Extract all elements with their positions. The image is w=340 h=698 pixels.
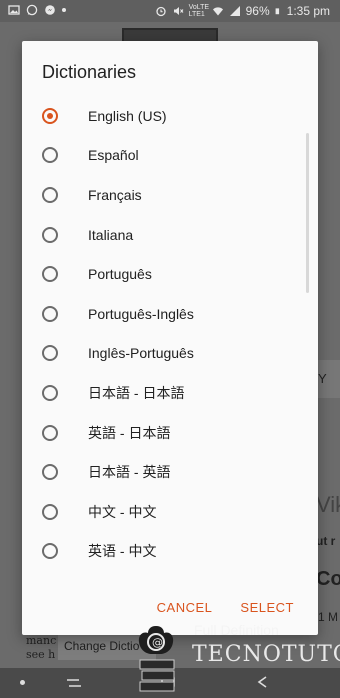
dictionary-item[interactable]: English (US): [22, 96, 318, 136]
dictionary-list: English (US) Español Français Italiana Portu…: [22, 96, 318, 571]
dictionary-item-label: Français: [88, 186, 142, 203]
dictionary-item[interactable]: Español: [22, 136, 318, 176]
background-fragment-con: Cor: [316, 568, 340, 590]
cancel-button[interactable]: CANCEL: [157, 600, 213, 615]
dictionary-item-label: 英语 - 中文: [88, 543, 157, 560]
dictionary-item[interactable]: Français: [22, 175, 318, 215]
background-fragment-see: see h: [26, 648, 56, 661]
radio-unchecked-icon[interactable]: [42, 345, 58, 362]
messenger-icon: [45, 5, 55, 15]
dictionary-item-label: 日本語 - 日本語: [88, 384, 185, 401]
dialog-actions: CANCEL SELECT: [157, 600, 294, 615]
dictionary-item-label: 中文 - 中文: [88, 503, 157, 520]
watermark: @ Full Definition TECNOTUTO: [126, 620, 340, 698]
wifi-icon: [212, 7, 223, 16]
background-fragment-wiki: Vik: [316, 492, 340, 517]
alarm-icon: [155, 6, 166, 17]
volte-label: VoLTE LTE1: [188, 4, 210, 18]
more-notifications-icon: [62, 8, 66, 12]
dictionary-item-label: Inglês-Português: [88, 345, 194, 362]
status-bar-system: VoLTE LTE1 96% 1:35 pm: [155, 4, 330, 18]
select-button[interactable]: SELECT: [240, 600, 294, 615]
dictionary-item-label: Português-Inglês: [88, 305, 194, 322]
dictionary-item[interactable]: 中文 - 中文: [22, 492, 318, 532]
clock: 1:35 pm: [286, 4, 330, 18]
radio-unchecked-icon[interactable]: [42, 186, 58, 203]
svg-text:@: @: [152, 636, 163, 649]
signal-icon: [229, 6, 240, 16]
dictionary-item[interactable]: 日本語 - 日本語: [22, 373, 318, 413]
gallery-icon: [8, 5, 20, 15]
radio-checked-icon[interactable]: [42, 107, 58, 124]
dictionary-item[interactable]: 英语 - 中文: [22, 532, 318, 572]
dictionary-item-label: 英語 - 日本語: [88, 424, 171, 441]
radio-unchecked-icon[interactable]: [42, 543, 58, 560]
radio-unchecked-icon[interactable]: [42, 384, 58, 401]
dictionary-item[interactable]: Italiana: [22, 215, 318, 255]
nav-dot-icon: [20, 680, 25, 685]
status-bar-notifications: [8, 4, 66, 16]
watermark-subtitle: Full Definition: [194, 622, 279, 638]
background-fragment-y: Y: [318, 371, 327, 386]
watermark-brand: TECNOTUTO: [192, 642, 340, 667]
radio-unchecked-icon[interactable]: [42, 305, 58, 322]
dictionary-item-label: 日本語 - 英語: [88, 464, 171, 481]
whatsapp-icon: [26, 4, 38, 16]
dictionary-item-label: Italiana: [88, 226, 134, 243]
status-bar: VoLTE LTE1 96% 1:35 pm: [0, 0, 340, 22]
dictionaries-dialog: Dictionaries English (US) Español Français…: [22, 41, 318, 635]
dictionary-item[interactable]: 日本語 - 英語: [22, 452, 318, 492]
recents-icon[interactable]: [64, 676, 84, 690]
battery-percent: 96%: [245, 4, 270, 18]
mute-icon: [173, 7, 183, 15]
radio-unchecked-icon[interactable]: [42, 147, 58, 164]
dictionary-item-label: Português: [88, 266, 152, 283]
radio-unchecked-icon[interactable]: [42, 503, 58, 520]
dictionary-item[interactable]: Português: [22, 254, 318, 294]
dictionary-item-label: Español: [88, 147, 139, 164]
background-card: Y: [318, 360, 340, 398]
dialog-title: Dictionaries: [42, 62, 137, 82]
radio-unchecked-icon[interactable]: [42, 424, 58, 441]
battery-icon: [275, 8, 279, 15]
background-fragment-out: ut r: [316, 534, 336, 548]
radio-unchecked-icon[interactable]: [42, 266, 58, 283]
dictionary-item[interactable]: 英語 - 日本語: [22, 413, 318, 453]
background-fragment-mand: manc: [26, 634, 57, 647]
tecnotuto-logo-icon: @: [138, 626, 175, 692]
dictionary-item-label: English (US): [88, 107, 167, 124]
dictionary-item[interactable]: Inglês-Português: [22, 334, 318, 374]
radio-unchecked-icon[interactable]: [42, 464, 58, 481]
dictionary-item[interactable]: Português-Inglês: [22, 294, 318, 334]
radio-unchecked-icon[interactable]: [42, 226, 58, 243]
